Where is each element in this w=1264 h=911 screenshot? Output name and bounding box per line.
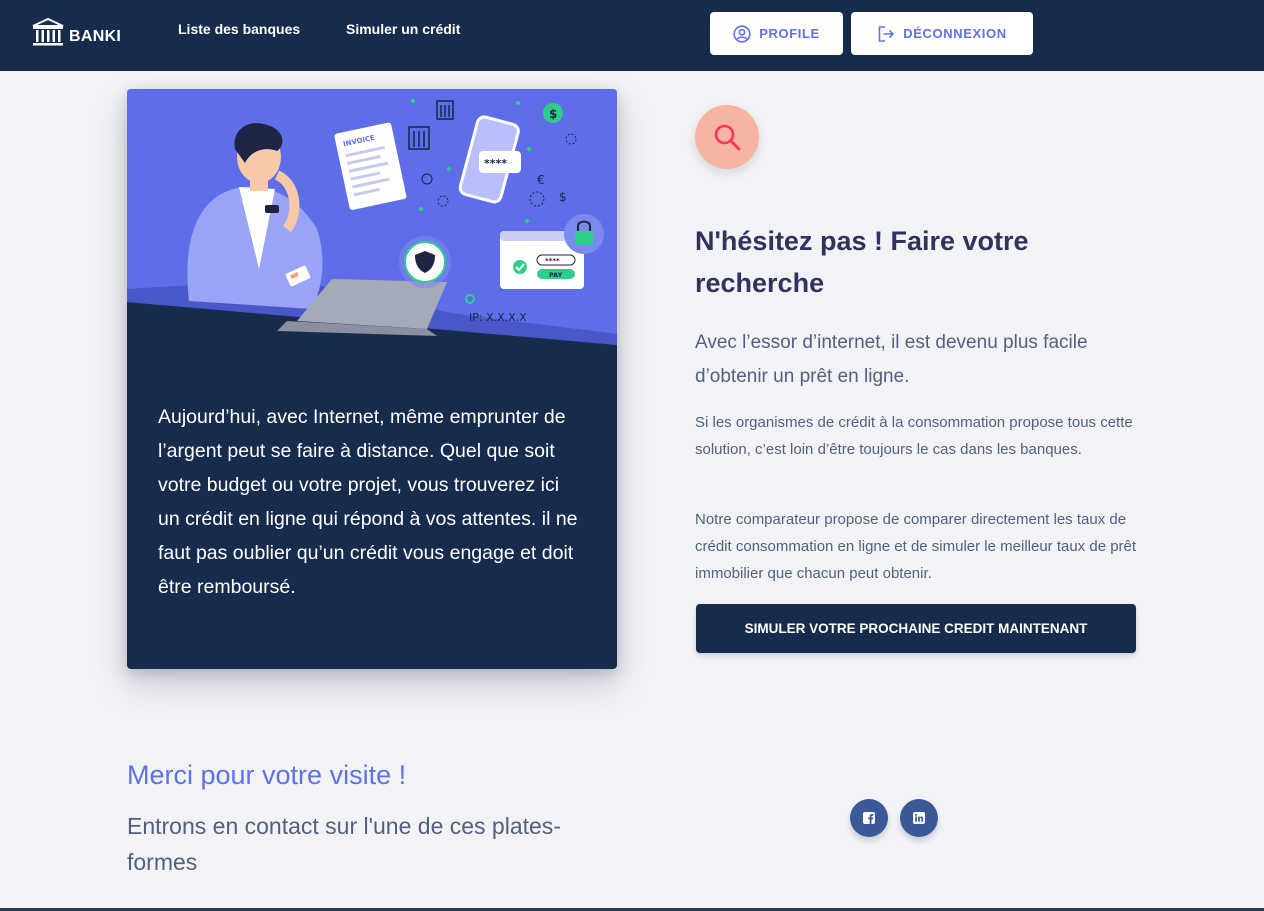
svg-text:$: $ bbox=[559, 190, 567, 204]
paragraph-organisms: Si les organismes de crédit à la consomm… bbox=[695, 414, 1133, 458]
lead-text: Avec l’essor d’internet, il est devenu p… bbox=[695, 332, 1088, 387]
search-icon bbox=[714, 124, 741, 151]
card-mask: **** bbox=[545, 257, 560, 265]
logout-button[interactable]: DÉCONNEXION bbox=[851, 12, 1033, 55]
card-description: Aujourd’hui, avec Internet, même emprunt… bbox=[158, 406, 578, 598]
profile-label: PROFILE bbox=[759, 26, 820, 41]
thanks-heading: Merci pour votre visite ! bbox=[127, 760, 407, 790]
search-feature-icon bbox=[695, 105, 759, 169]
navbar: BANKI Liste des banques Simuler un crédi… bbox=[0, 0, 1264, 71]
facebook-icon bbox=[863, 812, 875, 824]
simulate-credit-button[interactable]: SIMULER VOTRE PROCHAINE CREDIT MAINTENAN… bbox=[696, 604, 1136, 653]
logout-label: DÉCONNEXION bbox=[903, 26, 1007, 41]
logout-icon bbox=[878, 25, 895, 42]
bank-icon bbox=[32, 18, 64, 46]
user-circle-icon bbox=[733, 24, 751, 43]
info-card: INVOICE **** $ € $ **** PAY IP: X.X.X.X … bbox=[127, 89, 617, 669]
nav-link-banks[interactable]: Liste des banques bbox=[178, 21, 300, 37]
brand-name: BANKI bbox=[69, 28, 122, 45]
facebook-button[interactable] bbox=[850, 799, 888, 837]
brand-logo[interactable]: BANKI bbox=[31, 18, 121, 48]
section-heading: N'hésitez pas ! Faire votre recherche bbox=[695, 226, 1029, 298]
svg-text:€: € bbox=[537, 173, 545, 187]
nav-link-simulate[interactable]: Simuler un crédit bbox=[346, 21, 460, 37]
linkedin-icon bbox=[913, 812, 925, 824]
online-credit-illustration: INVOICE **** $ € $ **** PAY IP: X.X.X.X bbox=[127, 89, 617, 349]
profile-button[interactable]: PROFILE bbox=[710, 12, 843, 55]
password-mask: **** bbox=[484, 157, 507, 170]
pay-label: PAY bbox=[549, 271, 563, 279]
paragraph-comparator: Notre comparateur propose de comparer di… bbox=[695, 511, 1137, 582]
linkedin-button[interactable] bbox=[900, 799, 938, 837]
ip-label: IP: X.X.X.X bbox=[469, 311, 527, 324]
svg-text:$: $ bbox=[549, 107, 557, 121]
contact-text: Entrons en contact sur l'une de ces plat… bbox=[127, 813, 561, 875]
